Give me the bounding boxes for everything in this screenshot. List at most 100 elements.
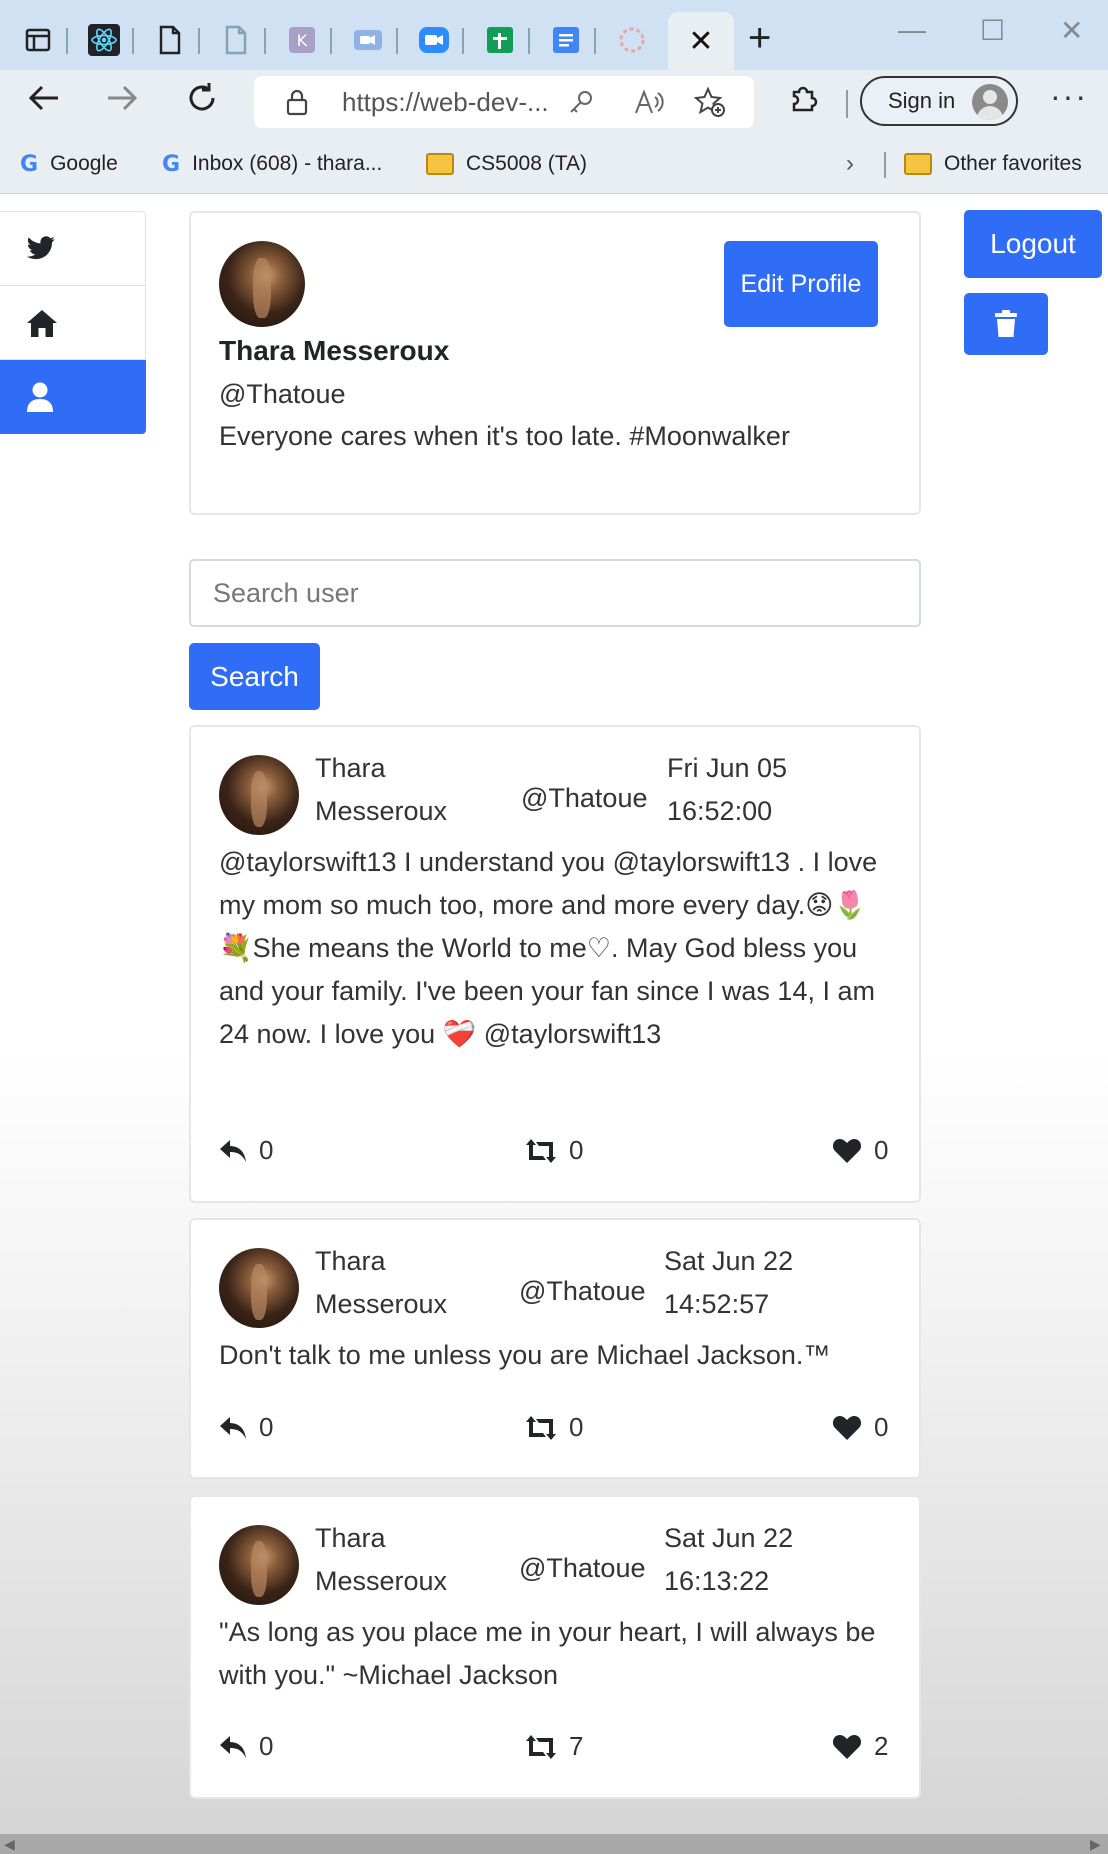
like-button[interactable]: 0 (832, 1412, 888, 1443)
nav-item-profile[interactable] (0, 360, 146, 434)
reply-icon (220, 1139, 246, 1162)
tweet-text: Don't talk to me unless you are Michael … (219, 1340, 831, 1370)
svg-text:K: K (297, 31, 308, 50)
browser-tab[interactable] (338, 12, 398, 68)
tweet-author-first-name: Thara (315, 753, 386, 783)
active-tab[interactable]: ✕ (668, 12, 734, 70)
bookmark-divider (884, 152, 886, 178)
browser-tab[interactable] (602, 12, 662, 68)
key-icon[interactable] (568, 89, 594, 115)
tweet-avatar (219, 1525, 299, 1605)
like-count: 0 (874, 1412, 889, 1442)
bookmark-inbox[interactable]: G Inbox (608) - thara... (162, 148, 382, 180)
tweet-author-last-name: Messeroux (315, 796, 448, 826)
tweet-author-handle: @Thatoue (521, 783, 648, 813)
browser-tab[interactable]: K (272, 12, 332, 68)
back-icon[interactable] (26, 80, 62, 125)
nav-item-twitter[interactable] (0, 212, 146, 286)
browser-tab[interactable] (536, 12, 596, 68)
new-tab-icon[interactable]: + (748, 18, 771, 58)
app-icon: K (289, 27, 315, 53)
loading-icon (619, 27, 645, 53)
tweet-date: Sat Jun 22 (664, 1523, 794, 1553)
forward-icon[interactable] (104, 80, 140, 125)
profile-handle: @Thatoue (219, 379, 346, 409)
reply-button[interactable]: 0 (219, 1731, 273, 1762)
bookmark-cs5008[interactable]: CS5008 (TA) (426, 148, 587, 180)
chevron-right-icon[interactable]: › (846, 148, 854, 180)
tweet-time: 16:13:22 (664, 1566, 770, 1596)
bookmark-label: CS5008 (TA) (466, 152, 587, 175)
browser-tab[interactable] (206, 12, 266, 68)
video-icon (354, 30, 382, 50)
search-button[interactable]: Search (189, 643, 320, 710)
react-icon (88, 24, 120, 56)
heart-icon (832, 1415, 862, 1440)
lock-icon[interactable] (286, 88, 308, 116)
tweet-timestamp: Sat Jun 22 14:52:57 (664, 1240, 804, 1326)
bookmark-other-favorites[interactable]: Other favorites (904, 148, 1082, 180)
page-icon (159, 25, 181, 55)
retweet-icon (526, 1734, 556, 1759)
retweet-button[interactable]: 7 (525, 1731, 583, 1762)
retweet-icon (526, 1415, 556, 1440)
tweet-author-name: Thara Messeroux (315, 747, 505, 833)
minimize-icon[interactable]: — (898, 14, 926, 46)
close-window-icon[interactable]: ✕ (1060, 14, 1083, 47)
tweet-text: @taylorswift13 I understand you @taylors… (219, 847, 878, 1049)
browser-tab[interactable] (74, 12, 134, 68)
reply-button[interactable]: 0 (219, 1135, 273, 1166)
tweet-author-last-name: Messeroux (315, 1289, 448, 1319)
like-button[interactable]: 2 (832, 1731, 888, 1762)
nav-item-home[interactable] (0, 286, 146, 360)
like-count: 0 (874, 1135, 889, 1165)
address-bar[interactable]: https://web-dev-... (254, 76, 754, 128)
zoom-icon (419, 27, 449, 53)
browser-tab[interactable] (8, 12, 68, 68)
scroll-right-icon[interactable]: ▶ (1090, 1836, 1101, 1853)
tweet-timestamp: Fri Jun 05 16:52:00 (667, 747, 807, 833)
tweet-text: "As long as you place me in your heart, … (219, 1617, 876, 1690)
google-icon: G (20, 151, 39, 177)
reply-icon (220, 1416, 246, 1439)
profile-card: Thara Messeroux @Thatoue Everyone cares … (189, 211, 921, 515)
maximize-icon[interactable]: ☐ (980, 14, 1005, 47)
browser-tab[interactable] (404, 12, 464, 68)
refresh-icon[interactable] (184, 80, 220, 125)
horizontal-scrollbar[interactable] (0, 1834, 1108, 1854)
reply-button[interactable]: 0 (219, 1412, 273, 1443)
tweet-author-first-name: Thara (315, 1246, 386, 1276)
browser-tab[interactable] (140, 12, 200, 68)
extensions-icon[interactable] (786, 80, 820, 123)
user-icon (27, 382, 53, 412)
retweet-button[interactable]: 0 (525, 1412, 583, 1443)
profile-bio: Everyone cares when it's too late. #Moon… (219, 421, 790, 451)
tweet-time: 14:52:57 (664, 1289, 770, 1319)
retweet-button[interactable]: 0 (525, 1135, 583, 1166)
docs-icon (553, 27, 579, 53)
close-tab-icon[interactable]: ✕ (688, 24, 713, 59)
page-icon (225, 25, 247, 55)
tweet-author-handle: @Thatoue (519, 1276, 646, 1306)
heart-icon (832, 1734, 862, 1759)
read-aloud-icon[interactable] (634, 89, 664, 115)
sign-in-button[interactable]: Sign in (860, 76, 1018, 126)
bookmark-label: Google (50, 152, 118, 175)
logout-button[interactable]: Logout (964, 210, 1102, 278)
tweet-author-last-name: Messeroux (315, 1566, 448, 1596)
scroll-left-icon[interactable]: ◀ (4, 1836, 15, 1853)
add-favorite-icon[interactable] (694, 86, 726, 118)
bookmark-google[interactable]: G Google (20, 148, 118, 180)
browser-tab[interactable] (470, 12, 530, 68)
google-icon: G (162, 151, 181, 177)
tweet-author-first-name: Thara (315, 1523, 386, 1553)
tweet-card: Thara Messeroux @Thatoue Sat Jun 22 14:5… (189, 1218, 921, 1479)
folder-icon (904, 153, 932, 175)
sign-in-label: Sign in (888, 88, 956, 113)
delete-button[interactable] (964, 293, 1048, 355)
more-menu-icon[interactable]: ··· (1050, 76, 1088, 116)
search-user-input[interactable] (189, 559, 921, 627)
like-button[interactable]: 0 (832, 1135, 888, 1166)
profile-avatar-icon (972, 84, 1008, 120)
edit-profile-button[interactable]: Edit Profile (724, 241, 878, 327)
